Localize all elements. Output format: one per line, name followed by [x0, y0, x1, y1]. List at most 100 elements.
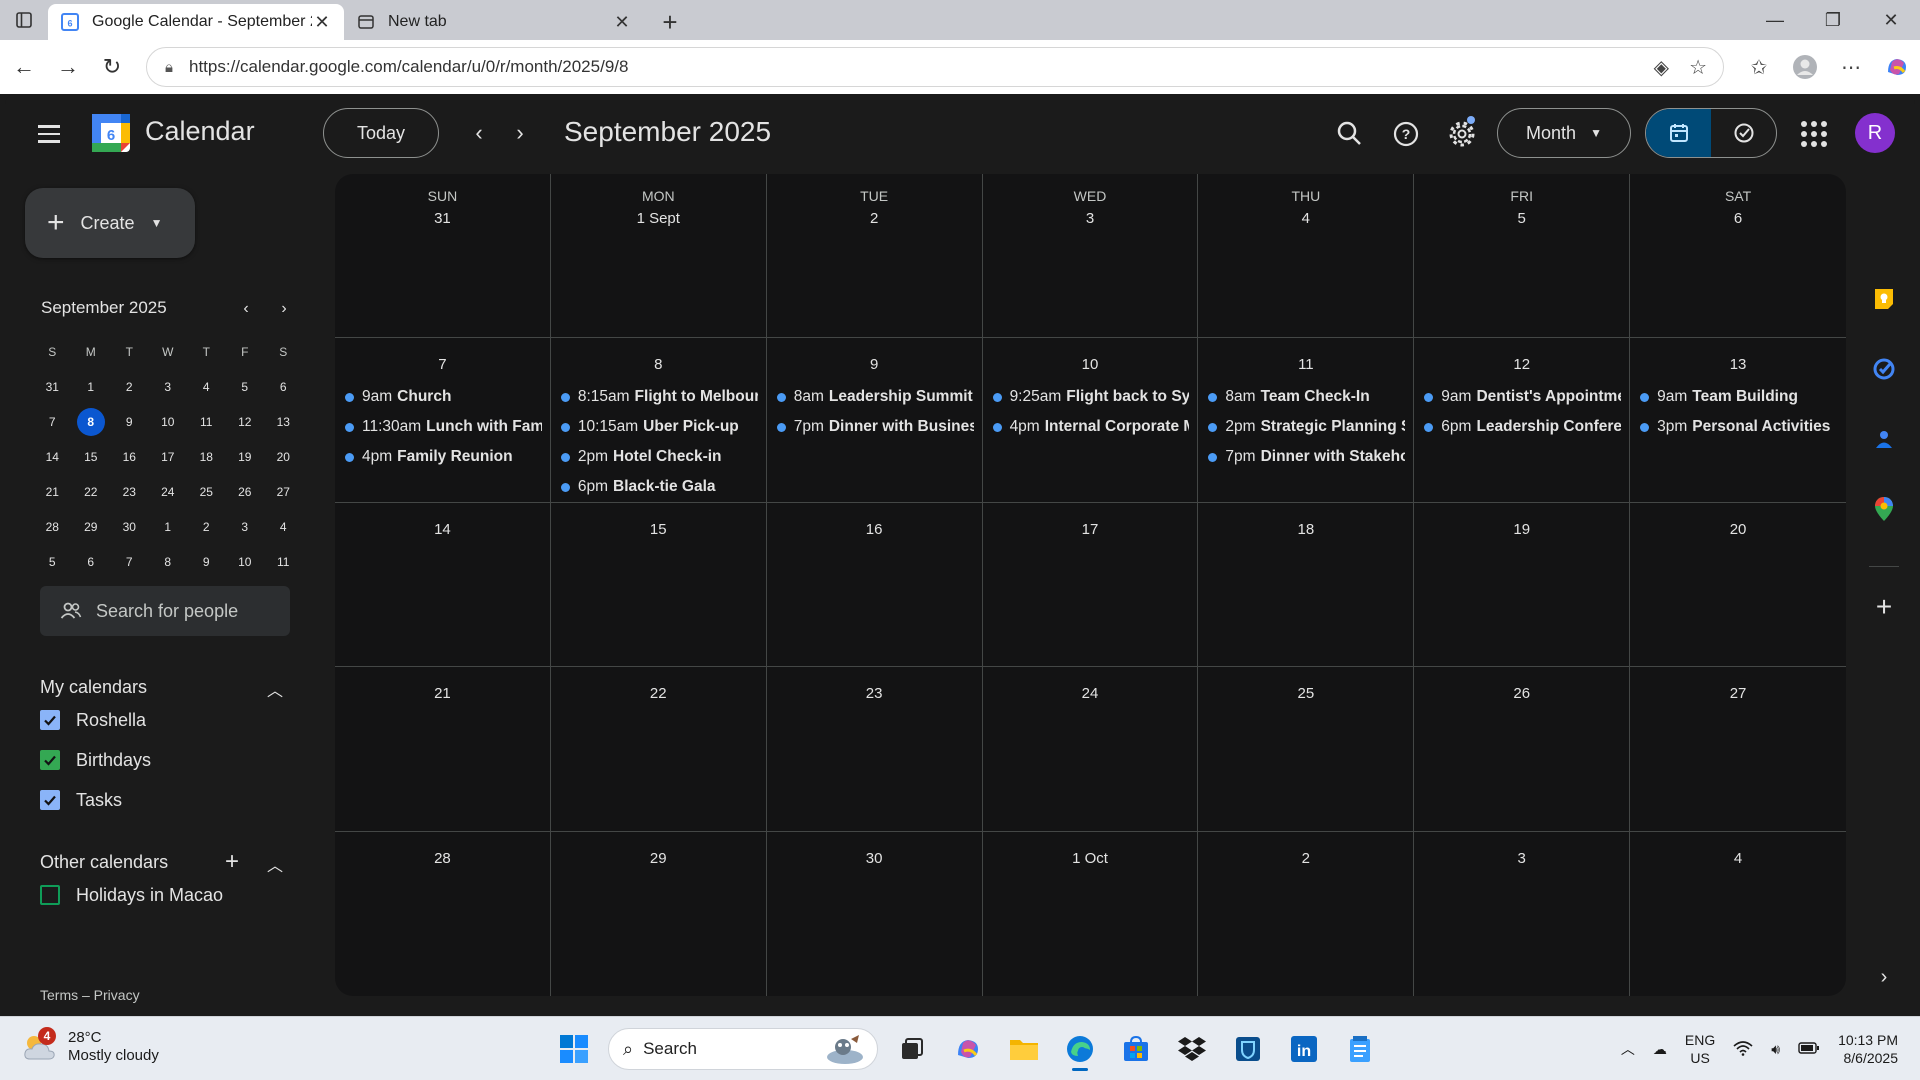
- day-number[interactable]: 17: [983, 521, 1198, 541]
- site-info-icon[interactable]: 🔒︎: [165, 59, 189, 76]
- keep-icon[interactable]: [1871, 286, 1897, 312]
- next-month-icon[interactable]: ›: [501, 114, 539, 152]
- mini-day[interactable]: 5: [226, 369, 265, 404]
- mini-day[interactable]: 28: [33, 509, 72, 544]
- day-number[interactable]: 7: [335, 356, 550, 376]
- close-window-icon[interactable]: ✕: [1862, 0, 1920, 40]
- day-cell[interactable]: 2: [1198, 831, 1415, 996]
- day-cell[interactable]: 17: [982, 502, 1199, 668]
- day-number[interactable]: 8: [551, 356, 766, 376]
- address-bar[interactable]: 🔒︎ https://calendar.google.com/calendar/…: [146, 47, 1724, 87]
- day-cell[interactable]: WED 3: [982, 174, 1199, 339]
- battery-icon[interactable]: [1798, 1041, 1820, 1057]
- day-number[interactable]: 19: [1414, 521, 1629, 541]
- event-chip[interactable]: 6pmLeadership Conference: [1424, 412, 1621, 442]
- mini-day[interactable]: 4: [264, 509, 303, 544]
- mini-day[interactable]: 14: [33, 439, 72, 474]
- windows-start-icon[interactable]: [552, 1027, 596, 1071]
- day-number[interactable]: 28: [335, 850, 550, 870]
- event-chip[interactable]: 4pm Family Reunion: [345, 442, 542, 472]
- mini-day[interactable]: 19: [226, 439, 265, 474]
- restore-icon[interactable]: ❐: [1804, 0, 1862, 40]
- terms-privacy-links[interactable]: Terms – Privacy: [40, 987, 140, 1003]
- mini-day[interactable]: 2: [187, 509, 226, 544]
- event-chip[interactable]: 9:25amFlight back to Sydney: [992, 382, 1189, 412]
- day-number[interactable]: 30: [767, 850, 982, 870]
- day-number[interactable]: 10: [983, 356, 1198, 376]
- event-chip[interactable]: 8am Team Check-In: [1208, 382, 1405, 412]
- day-cell[interactable]: 29: [551, 831, 767, 996]
- my-calendars-title[interactable]: My calendars: [40, 677, 147, 698]
- event-chip[interactable]: 3pm Personal Activities: [1640, 412, 1838, 442]
- mini-day[interactable]: 24: [149, 474, 188, 509]
- security-app-icon[interactable]: [1226, 1027, 1270, 1071]
- mini-day[interactable]: 1: [149, 509, 188, 544]
- day-number[interactable]: 24: [983, 685, 1198, 705]
- day-cell[interactable]: 12 9amDentist's Appointment6pmLeadership …: [1414, 338, 1631, 503]
- tasks-view-toggle[interactable]: [1711, 109, 1776, 157]
- add-calendar-icon[interactable]: +: [225, 848, 239, 876]
- day-number[interactable]: 13: [1630, 356, 1846, 376]
- day-cell[interactable]: 18: [1198, 502, 1415, 668]
- day-cell[interactable]: 88:15amFlight to Melbourne10:15amUber Pi…: [550, 338, 767, 503]
- minimize-icon[interactable]: —: [1746, 0, 1804, 40]
- checkbox-unchecked-icon[interactable]: [40, 885, 60, 905]
- day-cell[interactable]: 14: [335, 502, 551, 668]
- volume-icon[interactable]: 🔊︎: [1771, 1041, 1780, 1058]
- search-people-input[interactable]: Search for people: [40, 586, 290, 636]
- microsoft-store-icon[interactable]: [1114, 1027, 1158, 1071]
- day-number[interactable]: 1 Oct: [983, 850, 1198, 870]
- day-number[interactable]: 5: [1414, 210, 1629, 230]
- event-chip[interactable]: 4pmInternal Corporate Meeting: [992, 412, 1189, 442]
- close-tab-icon[interactable]: ✕: [612, 12, 632, 33]
- day-cell[interactable]: 27: [1630, 667, 1846, 832]
- day-cell[interactable]: 20: [1630, 503, 1846, 668]
- event-chip[interactable]: 9amDentist's Appointment: [1424, 382, 1621, 412]
- checkbox-checked-icon[interactable]: [40, 710, 60, 730]
- checkbox-checked-icon[interactable]: [40, 750, 60, 770]
- day-cell[interactable]: 4: [1630, 832, 1846, 996]
- chevron-up-icon[interactable]: ︿: [267, 852, 283, 876]
- mini-day[interactable]: 3: [226, 509, 265, 544]
- mini-day[interactable]: 27: [264, 474, 303, 509]
- favorites-icon[interactable]: ✩: [1736, 47, 1782, 87]
- event-chip[interactable]: 2pmStrategic Planning Session: [1208, 412, 1405, 442]
- expand-panel-icon[interactable]: ›: [1871, 964, 1897, 990]
- day-number[interactable]: 15: [551, 521, 766, 541]
- create-button[interactable]: + Create ▼: [25, 188, 195, 258]
- day-number[interactable]: 2: [1198, 850, 1413, 870]
- mini-day[interactable]: 1: [72, 369, 111, 404]
- mini-day[interactable]: 11: [187, 404, 226, 439]
- view-switcher-button[interactable]: Month ▼: [1497, 108, 1631, 158]
- mini-day[interactable]: 12: [226, 404, 265, 439]
- linkedin-icon[interactable]: in: [1282, 1027, 1326, 1071]
- main-menu-icon[interactable]: [31, 116, 67, 152]
- mini-day[interactable]: 9: [187, 544, 226, 579]
- previous-month-icon[interactable]: ‹: [460, 114, 498, 152]
- contacts-icon[interactable]: [1871, 426, 1897, 452]
- calendar-item-tasks[interactable]: Tasks: [40, 786, 122, 814]
- calendar-item-birthdays[interactable]: Birthdays: [40, 746, 151, 774]
- event-chip[interactable]: 8am Leadership Summit: [776, 382, 974, 412]
- chevron-up-icon[interactable]: ︿: [267, 677, 283, 701]
- day-number[interactable]: 12: [1414, 356, 1629, 376]
- mini-day[interactable]: 30: [110, 509, 149, 544]
- mini-day[interactable]: 13: [264, 404, 303, 439]
- calendar-item-roshella[interactable]: Roshella: [40, 706, 146, 734]
- day-number[interactable]: 26: [1414, 685, 1629, 705]
- favorite-star-icon[interactable]: ☆: [1689, 55, 1707, 80]
- system-clock[interactable]: 10:13 PM 8/6/2025: [1838, 1031, 1898, 1067]
- day-cell[interactable]: 79amChurch11:30amLunch with Family4pmFam…: [335, 338, 551, 503]
- notepad-icon[interactable]: [1338, 1027, 1382, 1071]
- day-number[interactable]: 4: [1630, 850, 1846, 870]
- day-number[interactable]: 22: [551, 685, 766, 705]
- get-addons-icon[interactable]: +: [1871, 591, 1897, 622]
- mini-day[interactable]: 4: [187, 369, 226, 404]
- task-view-icon[interactable]: [890, 1027, 934, 1071]
- day-cell[interactable]: 24: [982, 667, 1199, 832]
- mini-day[interactable]: 15: [72, 439, 111, 474]
- day-cell[interactable]: 13 9am Team Building 3pm Personal Activities: [1630, 338, 1846, 503]
- day-cell[interactable]: 11 8am Team Check-In 2pm Strategic Planning …: [1198, 338, 1415, 503]
- day-number[interactable]: 1 Sept: [551, 210, 766, 230]
- mini-day[interactable]: 20: [264, 439, 303, 474]
